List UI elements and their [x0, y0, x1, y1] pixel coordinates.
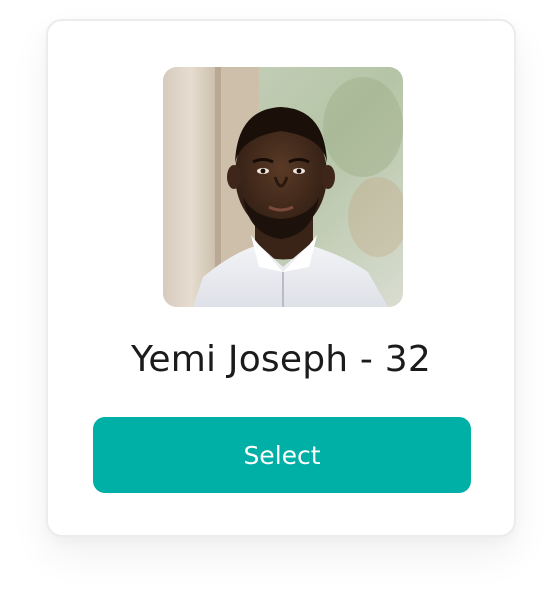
select-button[interactable]: Select	[93, 417, 471, 493]
profile-card: Yemi Joseph - 32 Select	[46, 19, 516, 537]
profile-name-age: Yemi Joseph - 32	[131, 339, 431, 380]
profile-photo	[163, 67, 403, 307]
